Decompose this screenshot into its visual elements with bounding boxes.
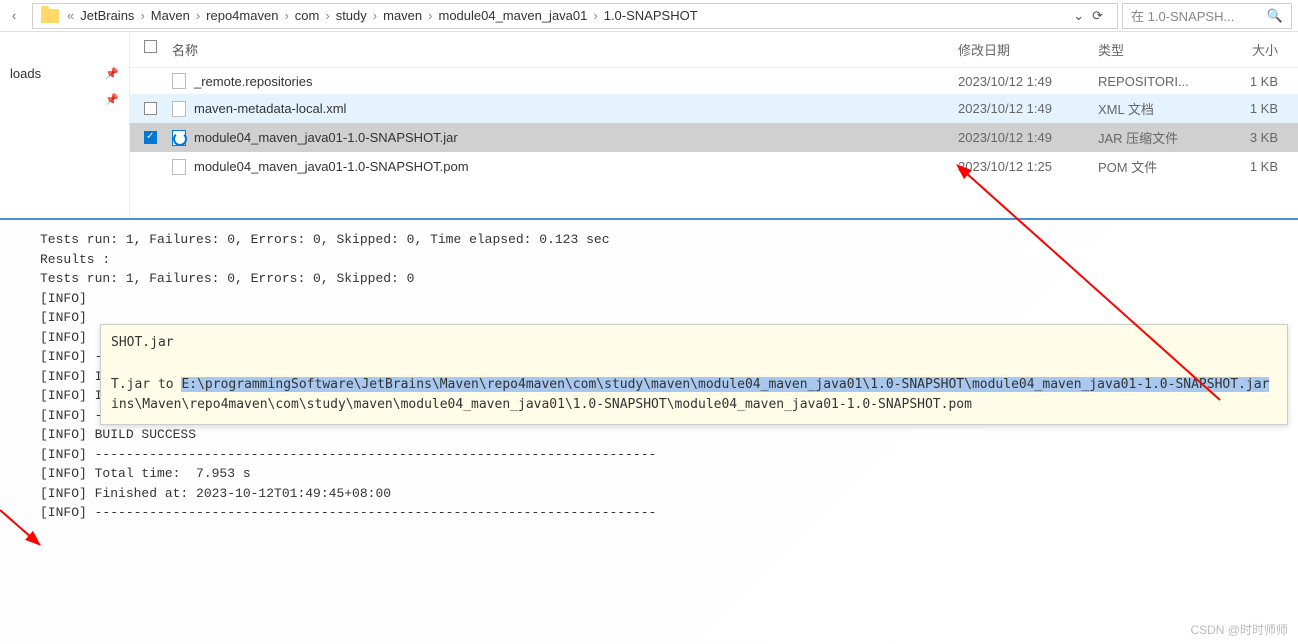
column-type[interactable]: 类型	[1098, 40, 1218, 59]
file-row[interactable]: module04_maven_java01-1.0-SNAPSHOT.jar20…	[130, 123, 1298, 152]
refresh-icon[interactable]: ⟳	[1092, 8, 1103, 24]
build-success: [INFO] BUILD SUCCESS	[40, 425, 1292, 445]
highlighted-path: E:\programmingSoftware\JetBrains\Maven\r…	[181, 377, 1269, 392]
chevron-right-icon: ›	[323, 8, 331, 23]
breadcrumb-item[interactable]: maven	[379, 8, 426, 23]
pin-icon: 📌	[105, 67, 119, 80]
pin-icon: 📌	[105, 93, 119, 106]
file-name: maven-metadata-local.xml	[194, 101, 346, 116]
file-icon	[172, 73, 186, 89]
search-input[interactable]: 在 1.0-SNAPSH... 🔍	[1122, 3, 1292, 29]
chevron-left-icon[interactable]: ‹	[6, 8, 22, 24]
file-icon	[172, 159, 186, 175]
file-list: 名称 修改日期 类型 大小 _remote.repositories2023/1…	[130, 32, 1298, 218]
file-name: _remote.repositories	[194, 74, 313, 89]
nav-item[interactable]: 📌	[0, 87, 129, 112]
column-date[interactable]: 修改日期	[958, 40, 1098, 59]
chevron-right-icon: ›	[591, 8, 599, 23]
console-output: Tests run: 1, Failures: 0, Errors: 0, Sk…	[0, 218, 1298, 644]
file-name: module04_maven_java01-1.0-SNAPSHOT.pom	[194, 159, 469, 174]
chevron-right-icon: ›	[138, 8, 146, 23]
tooltip: SHOT.jar T.jar to E:\programmingSoftware…	[100, 324, 1288, 425]
breadcrumb-item[interactable]: 1.0-SNAPSHOT	[600, 8, 702, 23]
file-name: module04_maven_java01-1.0-SNAPSHOT.jar	[194, 130, 458, 145]
nav-item[interactable]: loads 📌	[0, 60, 129, 87]
file-row[interactable]: _remote.repositories2023/10/12 1:49REPOS…	[130, 68, 1298, 94]
chevron-right-icon: «	[65, 8, 76, 23]
chevron-right-icon: ›	[282, 8, 290, 23]
chevron-down-icon[interactable]: ⌄	[1073, 8, 1084, 24]
file-icon	[172, 101, 186, 117]
breadcrumb[interactable]: « JetBrains›Maven›repo4maven›com›study›m…	[32, 3, 1118, 29]
folder-icon	[41, 9, 59, 23]
column-size[interactable]: 大小	[1218, 40, 1298, 59]
file-checkbox[interactable]	[144, 131, 157, 144]
chevron-right-icon: ›	[194, 8, 202, 23]
jar-file-icon	[172, 130, 186, 146]
file-row[interactable]: module04_maven_java01-1.0-SNAPSHOT.pom20…	[130, 152, 1298, 181]
navigation-pane: loads 📌 📌	[0, 32, 130, 218]
address-bar: ‹ « JetBrains›Maven›repo4maven›com›study…	[0, 0, 1298, 32]
file-header: 名称 修改日期 类型 大小	[130, 32, 1298, 68]
breadcrumb-item[interactable]: module04_maven_java01	[434, 8, 591, 23]
breadcrumb-item[interactable]: study	[332, 8, 371, 23]
watermark: CSDN @时时师师	[1190, 621, 1288, 638]
file-checkbox[interactable]	[144, 102, 157, 115]
select-all-checkbox[interactable]	[144, 40, 157, 53]
breadcrumb-item[interactable]: JetBrains	[76, 8, 138, 23]
column-name[interactable]: 名称	[168, 40, 958, 59]
search-icon: 🔍	[1267, 8, 1283, 24]
breadcrumb-item[interactable]: repo4maven	[202, 8, 282, 23]
breadcrumb-item[interactable]: com	[291, 8, 324, 23]
file-row[interactable]: maven-metadata-local.xml2023/10/12 1:49X…	[130, 94, 1298, 123]
breadcrumb-item[interactable]: Maven	[147, 8, 194, 23]
chevron-right-icon: ›	[371, 8, 379, 23]
